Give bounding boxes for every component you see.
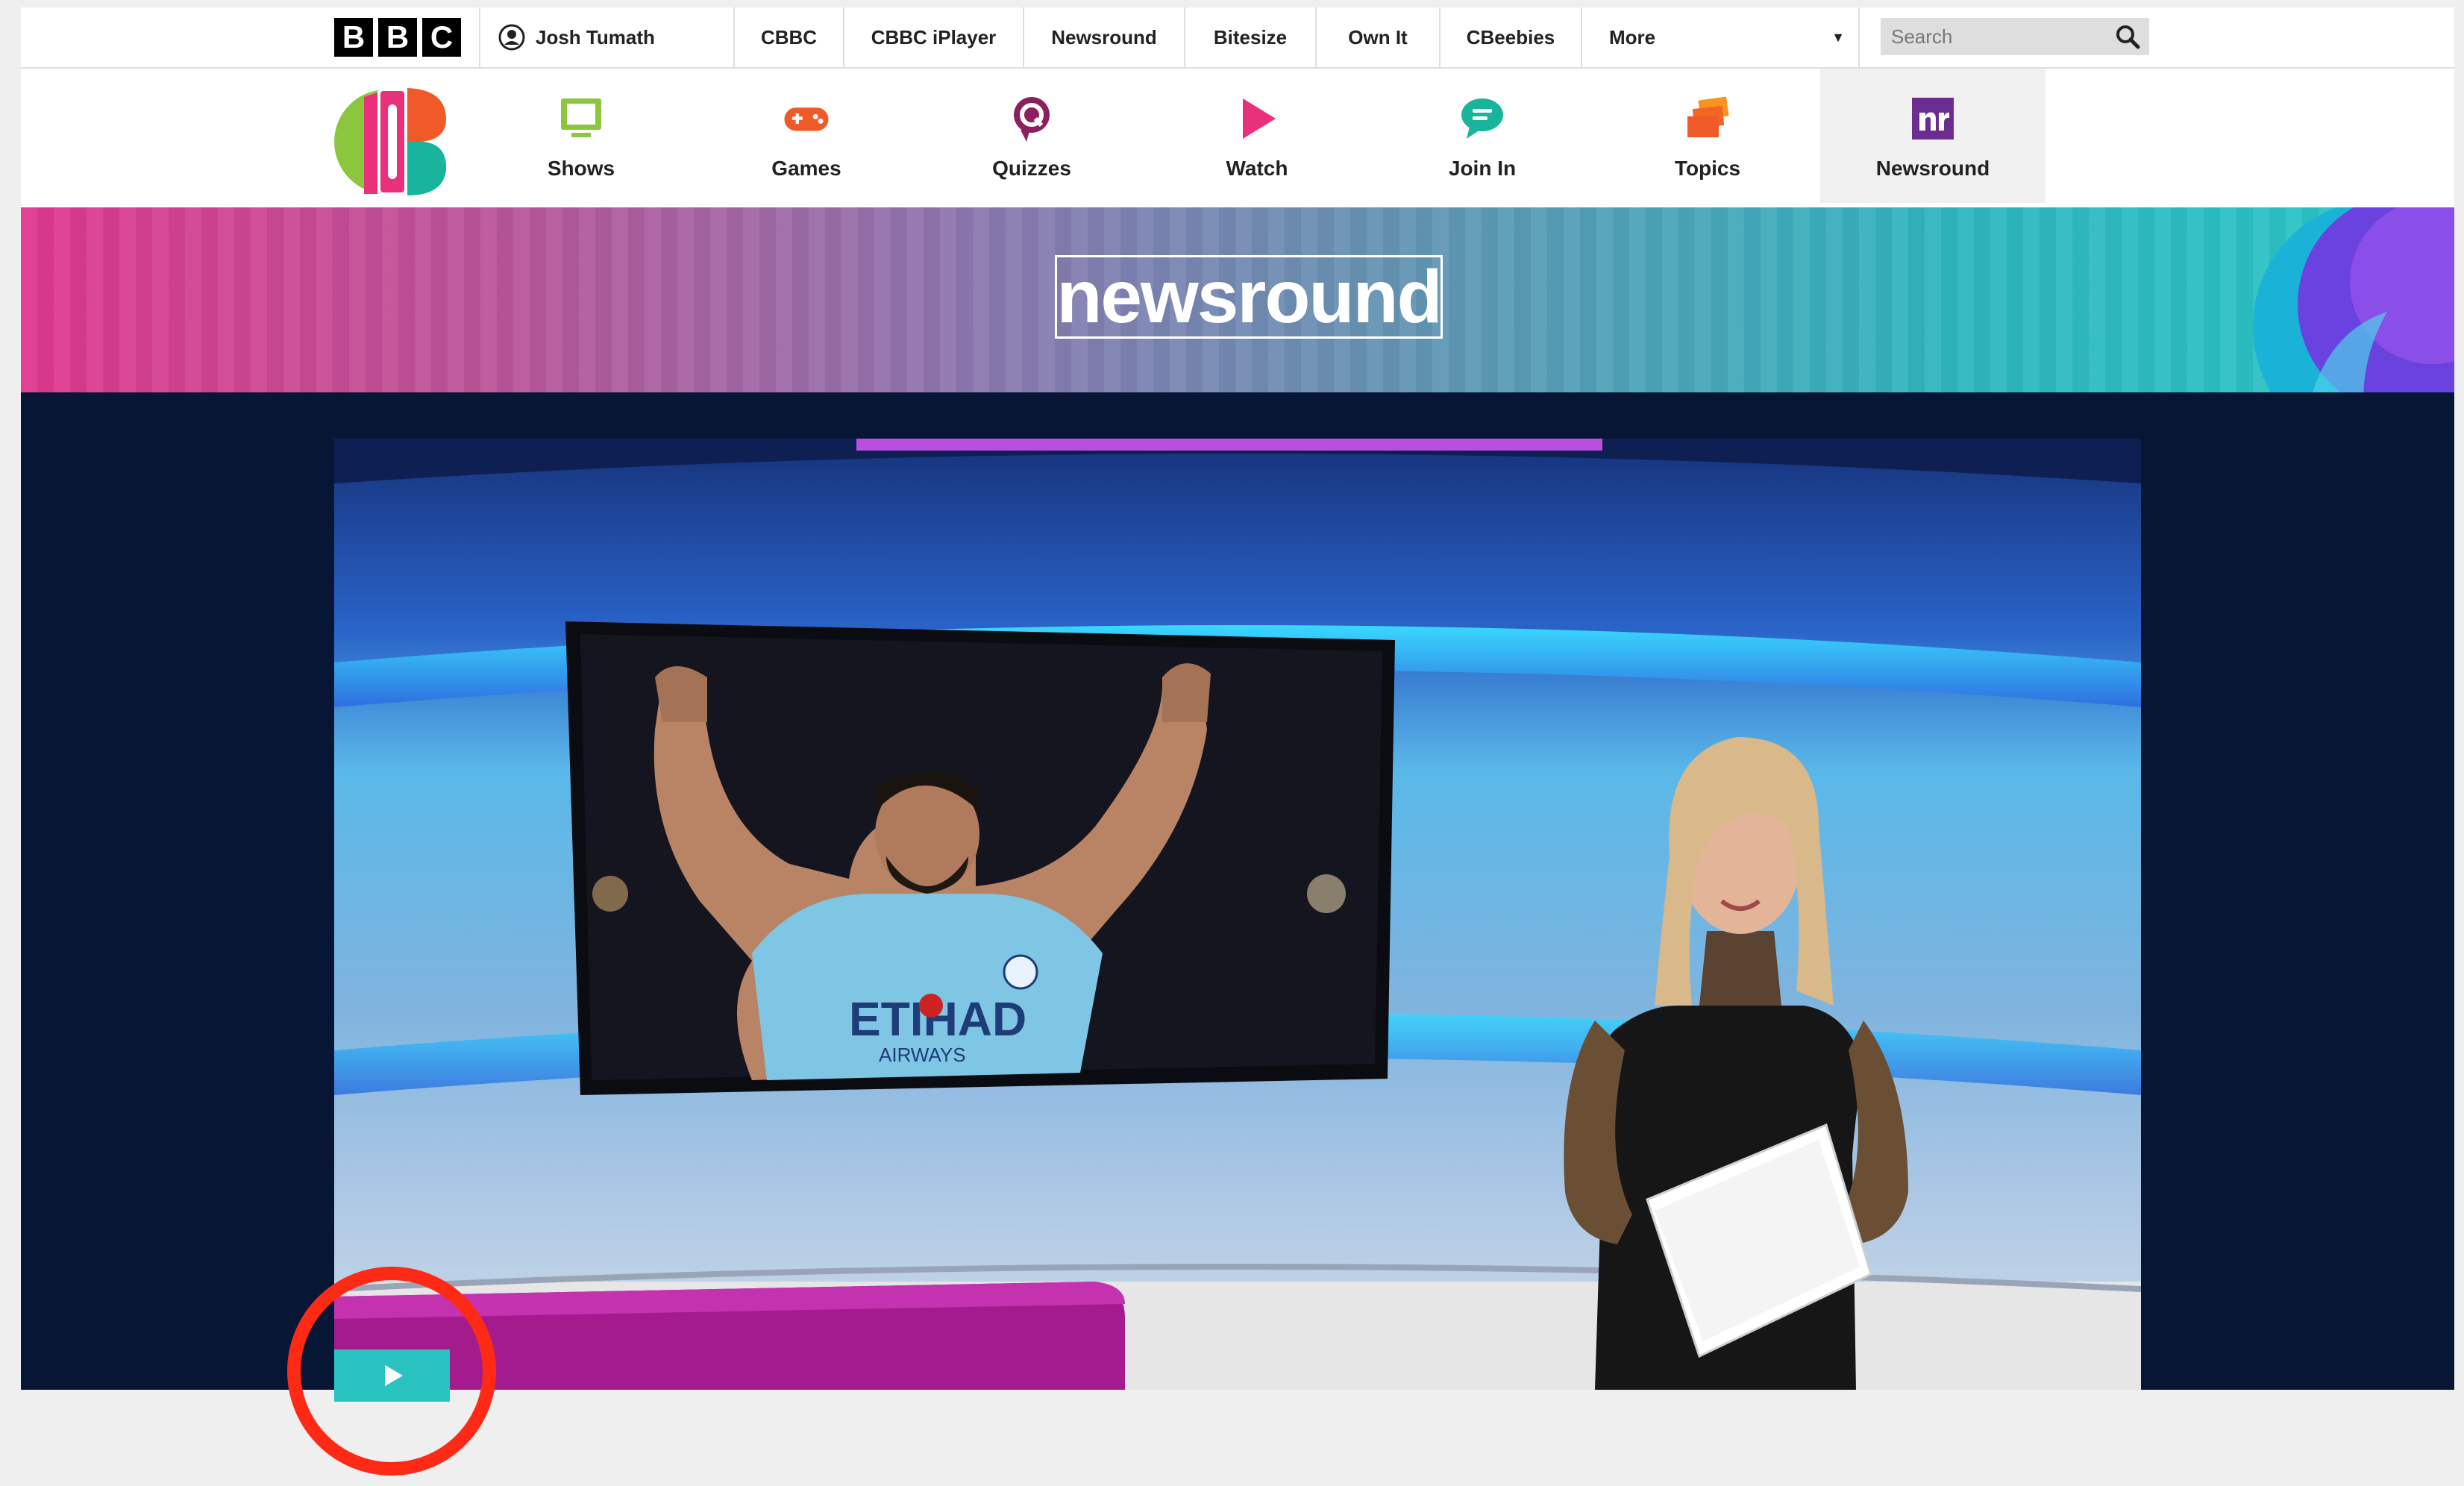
studio-screen: ETIHAD AIRWAYS — [565, 621, 1395, 1095]
tv-icon — [561, 98, 601, 137]
user-icon — [498, 24, 525, 51]
nav-item-newsround[interactable]: Newsround — [1820, 69, 2046, 203]
bbc-top-nav: CBBC CBBC iPlayer Newsround Bitesize Own… — [733, 7, 1860, 67]
account-name: Josh Tumath — [536, 25, 655, 48]
more-label: More — [1609, 25, 1656, 48]
video-still: ETIHAD AIRWAYS — [334, 439, 2141, 1390]
video-stage: ETIHAD AIRWAYS — [21, 392, 2454, 1402]
cbbc-logo[interactable] — [334, 82, 454, 201]
video-player[interactable]: ETIHAD AIRWAYS — [334, 439, 2141, 1390]
nav-item-join-in[interactable]: Join In — [1370, 69, 1595, 203]
play-icon — [1243, 98, 1276, 139]
top-nav-own-it[interactable]: Own It — [1315, 7, 1439, 67]
nav-item-label: Quizzes — [992, 157, 1071, 180]
stack-icon — [1687, 96, 1729, 137]
page: B B C Josh Tumath CBBC CBBC iPlayer News… — [21, 7, 2454, 1402]
gamepad-icon — [784, 107, 829, 131]
decorative-shape — [2253, 207, 2454, 392]
top-nav-cbbc[interactable]: CBBC — [733, 7, 843, 67]
nr-icon — [1912, 98, 1954, 139]
nav-item-label: Games — [771, 157, 841, 180]
bbc-logo-letter: B — [334, 18, 373, 57]
highlight-circle — [287, 1267, 496, 1476]
search-box — [1881, 18, 2149, 55]
nav-item-watch[interactable]: Watch — [1144, 69, 1370, 203]
chat-icon — [1461, 98, 1503, 139]
top-nav-bitesize[interactable]: Bitesize — [1184, 7, 1315, 67]
bbc-logo[interactable]: B B C — [334, 18, 461, 57]
quiz-icon — [1014, 97, 1050, 142]
caret-down-icon: ▼ — [1831, 29, 1845, 45]
search-icon[interactable] — [2115, 24, 2140, 49]
bbc-global-bar: B B C Josh Tumath CBBC CBBC iPlayer News… — [21, 7, 2454, 69]
account-link[interactable]: Josh Tumath — [498, 7, 655, 67]
search-input[interactable] — [1890, 24, 2087, 49]
top-nav-cbbc-iplayer[interactable]: CBBC iPlayer — [843, 7, 1023, 67]
nav-item-quizzes[interactable]: Quizzes — [919, 69, 1144, 203]
shirt-subtext: AIRWAYS — [879, 1044, 966, 1066]
nav-item-label: Join In — [1448, 157, 1517, 180]
more-menu-button[interactable]: More ▼ — [1581, 7, 1860, 67]
nav-item-label: Watch — [1226, 157, 1288, 180]
cbbc-nav-items: Shows Games Quizzes Watch Join In Topics… — [468, 69, 2046, 203]
nav-item-label: Topics — [1674, 157, 1741, 180]
cbbc-nav: Shows Games Quizzes Watch Join In Topics… — [21, 69, 2454, 203]
nav-item-games[interactable]: Games — [694, 69, 919, 203]
top-nav-newsround[interactable]: Newsround — [1023, 7, 1184, 67]
top-nav-cbeebies[interactable]: CBeebies — [1439, 7, 1581, 67]
nav-item-label: Shows — [547, 157, 615, 180]
newsround-banner: newsround — [21, 207, 2454, 392]
newsround-logo[interactable]: newsround — [1055, 255, 1443, 339]
nav-item-label: Newsround — [1875, 157, 1990, 180]
bbc-logo-letter: C — [422, 18, 461, 57]
bbc-logo-letter: B — [378, 18, 417, 57]
divider — [479, 7, 480, 67]
nav-item-shows[interactable]: Shows — [468, 69, 694, 203]
nav-item-topics[interactable]: Topics — [1595, 69, 1820, 203]
